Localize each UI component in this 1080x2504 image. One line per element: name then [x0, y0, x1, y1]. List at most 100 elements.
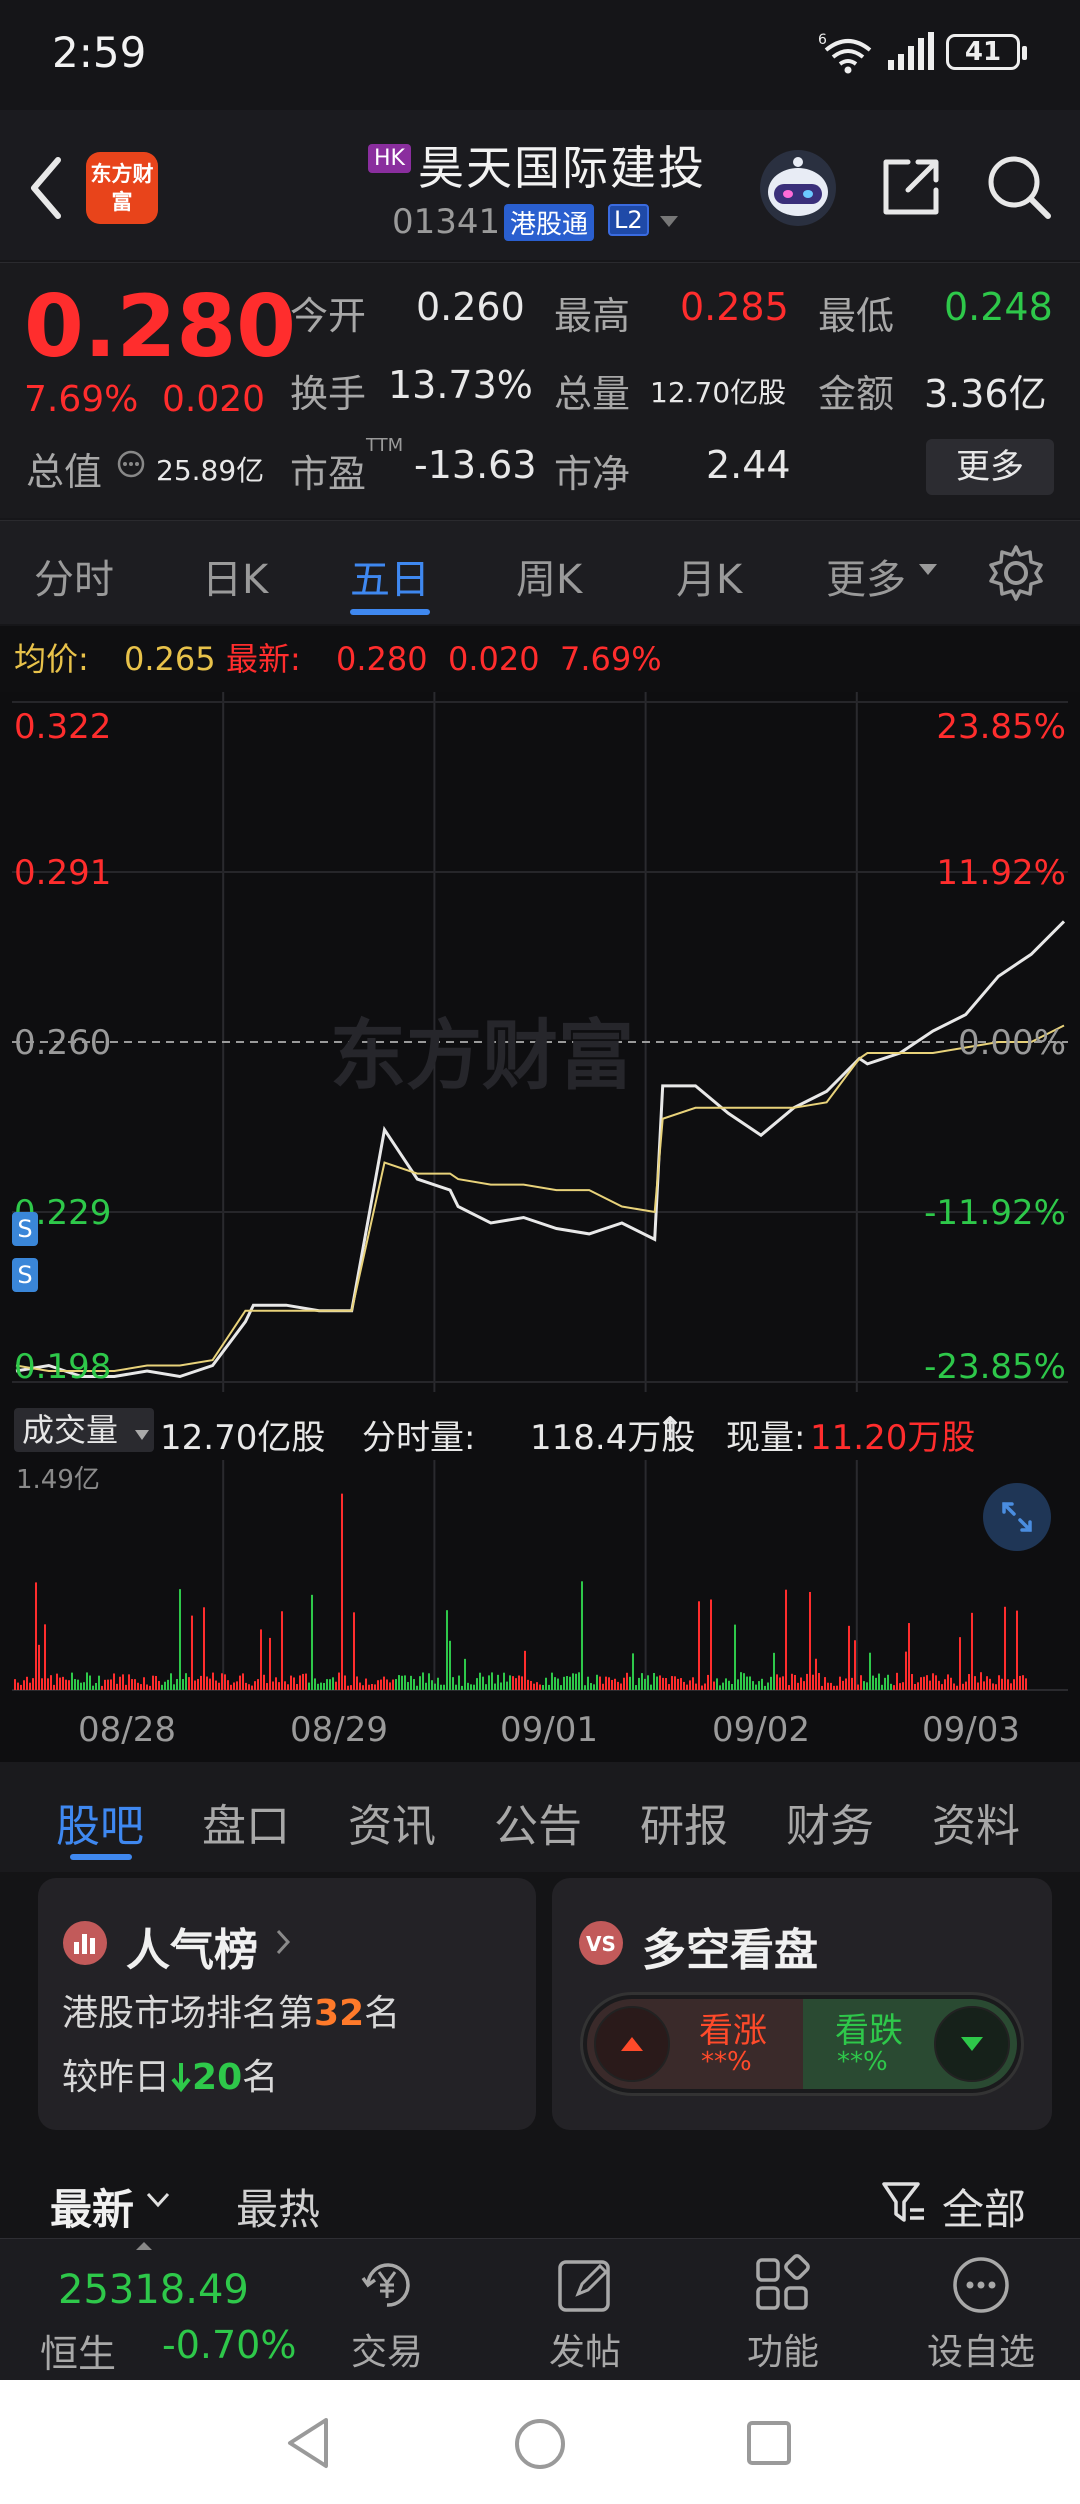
back-icon[interactable]: [26, 156, 66, 220]
level2-badge[interactable]: L2: [608, 204, 649, 236]
volume-bar: [878, 1673, 880, 1690]
volume-bar: [896, 1672, 898, 1690]
tab-weekly-k[interactable]: 周K: [516, 547, 582, 605]
info-icon[interactable]: [116, 449, 146, 479]
nav-post[interactable]: 发帖: [510, 2253, 660, 2375]
change-amount: 0.020: [162, 379, 266, 420]
volume-bar: [470, 1684, 472, 1690]
tab-forum[interactable]: 股吧: [56, 1790, 144, 1854]
sentiment-card[interactable]: VS 多空看盘 看涨 **% 看跌 **%: [552, 1878, 1052, 2130]
volume-bar: [545, 1677, 547, 1690]
open-value: 0.260: [416, 285, 525, 329]
tab-monthly-k[interactable]: 月K: [676, 547, 742, 605]
volume-bar: [680, 1678, 682, 1690]
search-icon[interactable]: [984, 152, 1054, 222]
volume-bar: [23, 1680, 25, 1690]
signal-icon: [888, 32, 934, 70]
tab-five-day[interactable]: 五日: [350, 547, 430, 605]
volume-bar: [158, 1680, 160, 1690]
avg-price-value: 0.265: [124, 640, 216, 678]
gear-icon[interactable]: [986, 543, 1046, 603]
popularity-title: 人气榜: [126, 1925, 258, 1976]
volume-bar: [170, 1673, 172, 1690]
tab-more[interactable]: 更多: [826, 547, 906, 605]
nav-functions[interactable]: 功能: [708, 2253, 858, 2375]
volume-bar: [86, 1672, 88, 1690]
tab-profile[interactable]: 资料: [932, 1790, 1020, 1854]
volume-bar: [599, 1676, 601, 1690]
volume-bar: [1019, 1675, 1021, 1690]
amount-label: 金额: [818, 372, 895, 416]
sort-latest[interactable]: 最新: [50, 2176, 134, 2237]
volume-bar: [482, 1676, 484, 1690]
volume-bar: [449, 1640, 451, 1690]
tab-order-book[interactable]: 盘口: [202, 1790, 290, 1854]
volume-bar: [821, 1685, 823, 1690]
market-cap-value: 25.89亿: [156, 454, 265, 487]
volume-bar: [188, 1677, 190, 1690]
volume-bar: [350, 1685, 352, 1690]
volume-bar: [635, 1685, 637, 1690]
recents-square-icon[interactable]: [744, 2418, 794, 2468]
volume-bar: [617, 1681, 619, 1690]
current-volume-label: 现量:: [726, 1418, 806, 1458]
volume-bar: [665, 1678, 667, 1690]
expand-icon[interactable]: [980, 1480, 1054, 1554]
volume-bar: [392, 1679, 394, 1690]
sell-marker-icon[interactable]: S: [12, 1258, 38, 1292]
indicator-select[interactable]: 成交量: [14, 1408, 154, 1452]
sort-hottest[interactable]: 最热: [236, 2176, 320, 2237]
volume-bar: [38, 1644, 40, 1690]
sell-marker-icon[interactable]: S: [12, 1212, 38, 1246]
tab-announcements[interactable]: 公告: [494, 1790, 582, 1854]
chevron-down-icon[interactable]: [658, 214, 680, 230]
volume-bar: [53, 1684, 55, 1690]
nav-trade[interactable]: 交易: [312, 2253, 462, 2375]
home-circle-icon[interactable]: [512, 2416, 568, 2472]
tab-financials[interactable]: 财务: [786, 1790, 874, 1854]
volume-bar: [272, 1681, 274, 1690]
volume-bar: [710, 1599, 712, 1690]
volume-bar: [1007, 1679, 1009, 1690]
filter-icon[interactable]: [880, 2180, 926, 2226]
tab-research[interactable]: 研报: [640, 1790, 728, 1854]
volume-bar: [47, 1678, 49, 1690]
popularity-card[interactable]: 人气榜 港股市场排名第32名 较昨日 20名: [38, 1878, 536, 2130]
app-logo[interactable]: 东方财富: [86, 152, 158, 224]
tab-news[interactable]: 资讯: [348, 1790, 436, 1854]
vote-up-icon[interactable]: [593, 2005, 671, 2083]
volume-bar: [503, 1672, 505, 1690]
volume-bar: [185, 1673, 187, 1690]
volume-bar: [740, 1672, 742, 1690]
price-tick-label: 0.198: [14, 1347, 111, 1387]
tab-daily-k[interactable]: 日K: [202, 547, 268, 605]
percent-tick-label: -11.92%: [924, 1193, 1066, 1233]
volume-bar: [122, 1674, 124, 1690]
chevron-down-icon[interactable]: [146, 2192, 170, 2208]
volume-bar: [149, 1685, 151, 1690]
price-chart[interactable]: 东方财富 0.322 23.85% 0.291 11.92% 0.260 0.00% 0.2…: [0, 692, 1080, 1404]
index-ticker[interactable]: 25318.49 恒生 -0.70%: [0, 2239, 300, 2379]
volume-bar: [716, 1678, 718, 1690]
volume-bar: [491, 1672, 493, 1690]
volume-bar: [125, 1684, 127, 1690]
nav-add-watchlist[interactable]: 设自选: [906, 2253, 1056, 2375]
tab-intraday[interactable]: 分时: [34, 547, 114, 605]
share-icon[interactable]: [878, 154, 944, 220]
volume-bar: [485, 1684, 487, 1690]
volume-bar: [866, 1682, 868, 1690]
filter-all[interactable]: 全部: [942, 2176, 1026, 2237]
robot-assistant-icon[interactable]: [756, 146, 840, 230]
volume-bar: [359, 1682, 361, 1690]
more-quote-button[interactable]: 更多: [926, 439, 1054, 495]
volume-bar: [953, 1683, 955, 1690]
volume-bar: [998, 1675, 1000, 1690]
volume-bar: [794, 1674, 796, 1690]
back-triangle-icon[interactable]: [284, 2416, 332, 2470]
volume-bar: [527, 1679, 529, 1690]
vote-down-icon[interactable]: [933, 2005, 1011, 2083]
volume-bar: [668, 1684, 670, 1690]
volume-chart[interactable]: 1.49亿: [0, 1460, 1080, 1710]
volume-bar: [674, 1676, 676, 1690]
volume-bar: [749, 1676, 751, 1690]
